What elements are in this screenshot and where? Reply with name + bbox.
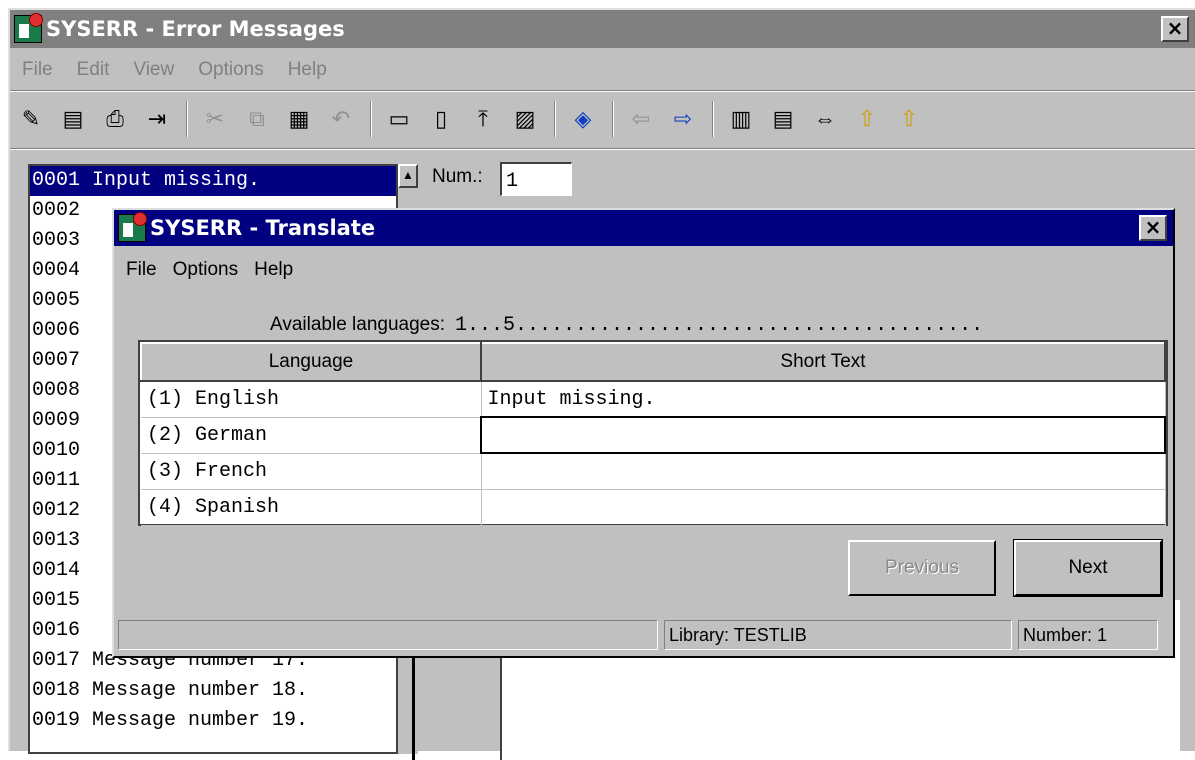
doc2-icon[interactable]: ▯ xyxy=(424,102,458,136)
status-panel-number: Number: 1 xyxy=(1018,620,1158,650)
back-icon[interactable]: ⇦ xyxy=(624,102,658,136)
column-header-short-text[interactable]: Short Text xyxy=(480,342,1166,382)
new-icon[interactable]: ✎ xyxy=(14,102,48,136)
column-header-language[interactable]: Language xyxy=(140,342,482,382)
translate-dialog: SYSERR - Translate × File Options Help A… xyxy=(112,208,1175,658)
list1-icon[interactable]: ▥ xyxy=(724,102,758,136)
num-label: Num.: xyxy=(432,166,483,187)
dialog-titlebar: SYSERR - Translate × xyxy=(114,210,1173,246)
language-cell[interactable]: (1) English xyxy=(141,381,482,418)
status-panel-main xyxy=(118,620,658,650)
toolbar-separator xyxy=(370,101,372,137)
table-row[interactable]: (4) Spanish xyxy=(141,489,1166,526)
app-icon xyxy=(14,13,43,43)
table-row[interactable]: (3) French xyxy=(141,453,1166,490)
translation-table: Language Short Text (1) English Input mi… xyxy=(138,340,1168,526)
menu-divider xyxy=(10,90,1195,92)
dialog-menubar: File Options Help xyxy=(114,254,305,286)
menu-edit[interactable]: Edit xyxy=(77,59,110,81)
number-label: Number: xyxy=(1023,625,1093,645)
main-window-title: SYSERR - Error Messages xyxy=(46,17,345,41)
list2-icon[interactable]: ▤ xyxy=(766,102,800,136)
toolbar-separator xyxy=(554,101,556,137)
dialog-app-icon xyxy=(118,212,147,242)
list-item[interactable]: 0001 Input missing. xyxy=(30,166,396,196)
upload2-icon[interactable]: ⇧ xyxy=(892,102,926,136)
library-value: TESTLIB xyxy=(733,625,807,645)
menu-options[interactable]: Options xyxy=(198,59,263,81)
menu-view[interactable]: View xyxy=(133,59,174,81)
next-button[interactable]: Next xyxy=(1013,539,1163,597)
forward-icon[interactable]: ⇨ xyxy=(666,102,700,136)
short-text-cell[interactable]: Input missing. xyxy=(481,381,1166,418)
list-item[interactable]: 0019 Message number 19. xyxy=(30,706,396,736)
edit-doc-icon[interactable]: ▨ xyxy=(508,102,542,136)
list-item[interactable]: 0018 Message number 18. xyxy=(30,676,396,706)
dialog-menu-help[interactable]: Help xyxy=(254,259,293,281)
menu-file[interactable]: File xyxy=(22,59,53,81)
toolbar: ✎ ▤ ⎙ ⇥ ✂ ⧉ ▦ ↶ ▭ ▯ ⤒ ▨ ◈ ⇦ ⇨ ▥ ▤ ⇔ ⇧ ⇧ xyxy=(14,96,934,142)
language-cell[interactable]: (2) German xyxy=(141,417,482,454)
previous-button[interactable]: Previous xyxy=(848,540,996,596)
status-bar: Library: TESTLIB Number: 1 xyxy=(118,620,1168,650)
available-languages: Available languages: 1...5...............… xyxy=(270,314,983,337)
export-icon[interactable]: ⤒ xyxy=(466,102,500,136)
language-cell[interactable]: (3) French xyxy=(141,453,482,490)
dialog-close-button[interactable]: × xyxy=(1139,215,1167,241)
doc1-icon[interactable]: ▭ xyxy=(382,102,416,136)
status-panel-library: Library: TESTLIB xyxy=(664,620,1012,650)
exit-icon[interactable]: ⇥ xyxy=(140,102,174,136)
num-input[interactable]: 1 xyxy=(500,162,572,196)
language-cell[interactable]: (4) Spanish xyxy=(141,489,482,526)
dialog-title: SYSERR - Translate xyxy=(150,216,376,240)
menu-help[interactable]: Help xyxy=(288,59,327,81)
table-row[interactable]: (2) German xyxy=(141,416,1166,454)
find-icon[interactable]: ◈ xyxy=(566,102,600,136)
toolbar-divider xyxy=(10,148,1195,150)
dialog-menu-options[interactable]: Options xyxy=(173,259,238,281)
resize-icon[interactable]: ⇔ xyxy=(808,102,842,136)
library-label: Library: xyxy=(669,625,730,645)
table-row[interactable]: (1) English Input missing. xyxy=(141,381,1166,418)
paste-icon[interactable]: ▦ xyxy=(282,102,316,136)
main-menubar: File Edit View Options Help xyxy=(10,54,339,86)
available-languages-value: 1...5...................................… xyxy=(455,314,984,337)
undo-icon[interactable]: ↶ xyxy=(324,102,358,136)
number-value: 1 xyxy=(1097,625,1108,645)
upload1-icon[interactable]: ⇧ xyxy=(850,102,884,136)
short-text-cell[interactable] xyxy=(481,453,1166,490)
main-close-button[interactable]: × xyxy=(1161,16,1189,42)
available-languages-label: Available languages: xyxy=(270,314,446,335)
open-icon[interactable]: ▤ xyxy=(56,102,90,136)
short-text-edit-cell[interactable] xyxy=(480,416,1166,454)
short-text-cell[interactable] xyxy=(481,489,1166,526)
table-header-row: Language Short Text xyxy=(140,342,1166,382)
scroll-up-icon[interactable]: ▲ xyxy=(398,164,418,188)
print-icon[interactable]: ⎙ xyxy=(98,102,132,136)
toolbar-separator xyxy=(712,101,714,137)
copy-icon[interactable]: ⧉ xyxy=(240,102,274,136)
dialog-menu-file[interactable]: File xyxy=(126,259,157,281)
cut-icon[interactable]: ✂ xyxy=(198,102,232,136)
main-titlebar: SYSERR - Error Messages × xyxy=(10,10,1195,48)
toolbar-separator xyxy=(612,101,614,137)
toolbar-separator xyxy=(186,101,188,137)
